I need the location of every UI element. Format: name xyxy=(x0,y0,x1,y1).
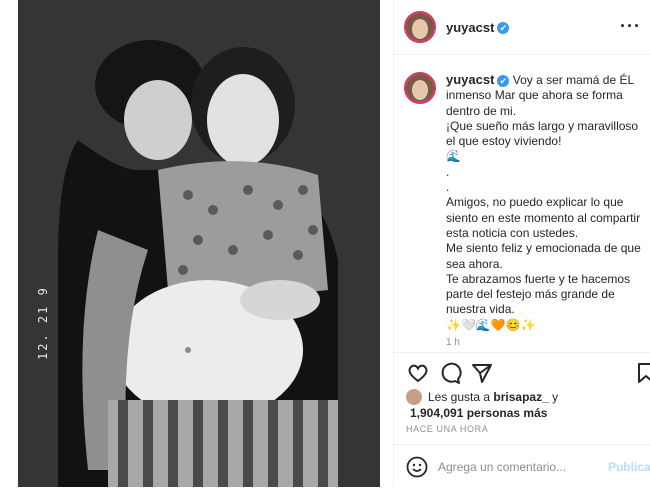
caption-avatar[interactable] xyxy=(404,72,436,104)
liker-username[interactable]: brisapaz_ xyxy=(493,390,548,405)
photo-date-stamp: 12. 21 9 xyxy=(36,286,50,360)
avatar[interactable] xyxy=(404,11,436,43)
smiley-icon[interactable] xyxy=(406,456,428,478)
bookmark-icon[interactable] xyxy=(634,361,650,385)
likes-summary: Les gusta a brisapaz_ y 1,904,091 person… xyxy=(406,389,646,421)
posted-ago[interactable]: HACE UNA HORA xyxy=(406,424,488,434)
comment-icon[interactable] xyxy=(438,361,462,385)
heart-icon[interactable] xyxy=(406,361,430,385)
photo-illustration xyxy=(18,0,380,487)
caption-time[interactable]: 1 h xyxy=(446,337,460,348)
post-photo[interactable]: 12. 21 9 xyxy=(18,0,380,487)
caption-line-5: . xyxy=(446,180,450,195)
likes-line: Les gusta a brisapaz_ y xyxy=(406,389,646,405)
caption-avatar-image xyxy=(406,74,434,102)
comment-input[interactable]: Agrega un comentario... xyxy=(438,460,566,474)
share-icon[interactable] xyxy=(470,361,494,385)
header-username[interactable]: yuyacst xyxy=(446,20,494,35)
avatar-image xyxy=(406,13,434,41)
caption-line-6: Amigos, no puedo explicar lo que siento … xyxy=(446,195,641,240)
caption-line-7: Me siento feliz y emocionada de que sea … xyxy=(446,241,641,271)
more-options-icon[interactable]: ··· xyxy=(620,16,641,37)
verified-icon: ✔ xyxy=(497,21,510,34)
caption-line-4: . xyxy=(446,164,450,179)
post-photo-pane: 12. 21 9 xyxy=(0,0,393,487)
header-user: yuyacst ✔ xyxy=(446,19,510,37)
post-sidebar: yuyacst ✔ ··· yuyacst ✔ Voy a ser mamá de … xyxy=(393,0,650,487)
caption-line-9: ✨🤍🌊🧡😊✨ xyxy=(446,317,536,332)
verified-icon: ✔ xyxy=(497,74,510,87)
likes-prefix: Les gusta a xyxy=(428,389,491,404)
liker-avatar[interactable] xyxy=(406,389,422,405)
caption-username[interactable]: yuyacst xyxy=(446,72,494,87)
likes-count[interactable]: 1,904,091 personas más xyxy=(406,406,646,421)
caption-line-3: 🌊 xyxy=(446,149,461,164)
caption-first-line: yuyacst ✔ Voy a ser mamá de ÉL inmenso Ma… xyxy=(446,72,646,119)
publish-button[interactable]: Publicar xyxy=(608,460,650,474)
action-bar xyxy=(394,352,650,389)
likes-connector: y xyxy=(552,389,559,404)
caption: yuyacst ✔ Voy a ser mamá de ÉL inmenso Ma… xyxy=(446,72,646,333)
caption-line-2: ¡Que sueño más largo y maravilloso el qu… xyxy=(446,118,639,149)
post-header: yuyacst ✔ ··· xyxy=(394,0,650,55)
comment-bar: Agrega un comentario... Publicar xyxy=(394,444,650,488)
caption-line-8: Te abrazamos fuerte y te hacemos parte d… xyxy=(446,271,631,317)
